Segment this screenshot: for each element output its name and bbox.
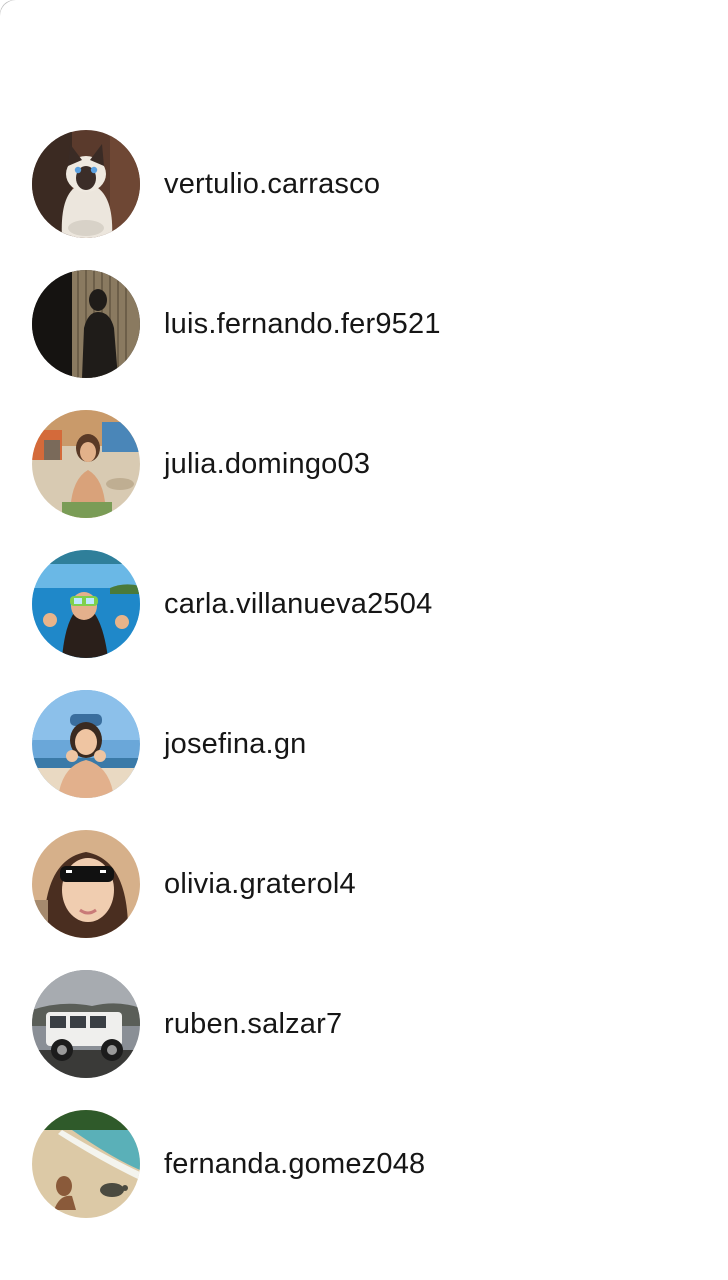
list-item[interactable]: ruben.salzar7 bbox=[0, 954, 728, 1094]
username: luis.fernando.fer9521 bbox=[164, 307, 441, 340]
list-item[interactable]: olivia.graterol4 bbox=[0, 814, 728, 954]
avatar[interactable] bbox=[32, 970, 140, 1078]
sheet-corner bbox=[0, 0, 18, 18]
list-item[interactable]: vertulio.carrasco bbox=[0, 114, 728, 254]
avatar[interactable] bbox=[32, 410, 140, 518]
followers-sheet: vertulio.carrasco luis.fernando.fer9521 … bbox=[0, 0, 728, 1280]
avatar[interactable] bbox=[32, 830, 140, 938]
silhouette-photo-icon bbox=[32, 270, 140, 378]
username: ruben.salzar7 bbox=[164, 1007, 343, 1040]
avatar[interactable] bbox=[32, 270, 140, 378]
username: carla.villanueva2504 bbox=[164, 587, 433, 620]
username: julia.domingo03 bbox=[164, 447, 371, 480]
user-list: vertulio.carrasco luis.fernando.fer9521 … bbox=[0, 114, 728, 1234]
username: fernanda.gomez048 bbox=[164, 1147, 426, 1180]
list-item[interactable]: josefina.gn bbox=[0, 674, 728, 814]
list-item[interactable]: luis.fernando.fer9521 bbox=[0, 254, 728, 394]
sunglasses-selfie-photo-icon bbox=[32, 830, 140, 938]
beach-turtle-photo-icon bbox=[32, 1110, 140, 1218]
snorkel-photo-icon bbox=[32, 550, 140, 658]
username: vertulio.carrasco bbox=[164, 167, 381, 200]
avatar[interactable] bbox=[32, 690, 140, 798]
avatar[interactable] bbox=[32, 1110, 140, 1218]
siamese-cat-photo-icon bbox=[32, 130, 140, 238]
username: josefina.gn bbox=[164, 727, 307, 760]
list-item[interactable]: julia.domingo03 bbox=[0, 394, 728, 534]
username: olivia.graterol4 bbox=[164, 867, 356, 900]
jeep-photo-icon bbox=[32, 970, 140, 1078]
list-item[interactable]: fernanda.gomez048 bbox=[0, 1094, 728, 1234]
list-item[interactable]: carla.villanueva2504 bbox=[0, 534, 728, 674]
avatar[interactable] bbox=[32, 130, 140, 238]
avatar[interactable] bbox=[32, 550, 140, 658]
sky-selfie-photo-icon bbox=[32, 690, 140, 798]
beach-girl-photo-icon bbox=[32, 410, 140, 518]
